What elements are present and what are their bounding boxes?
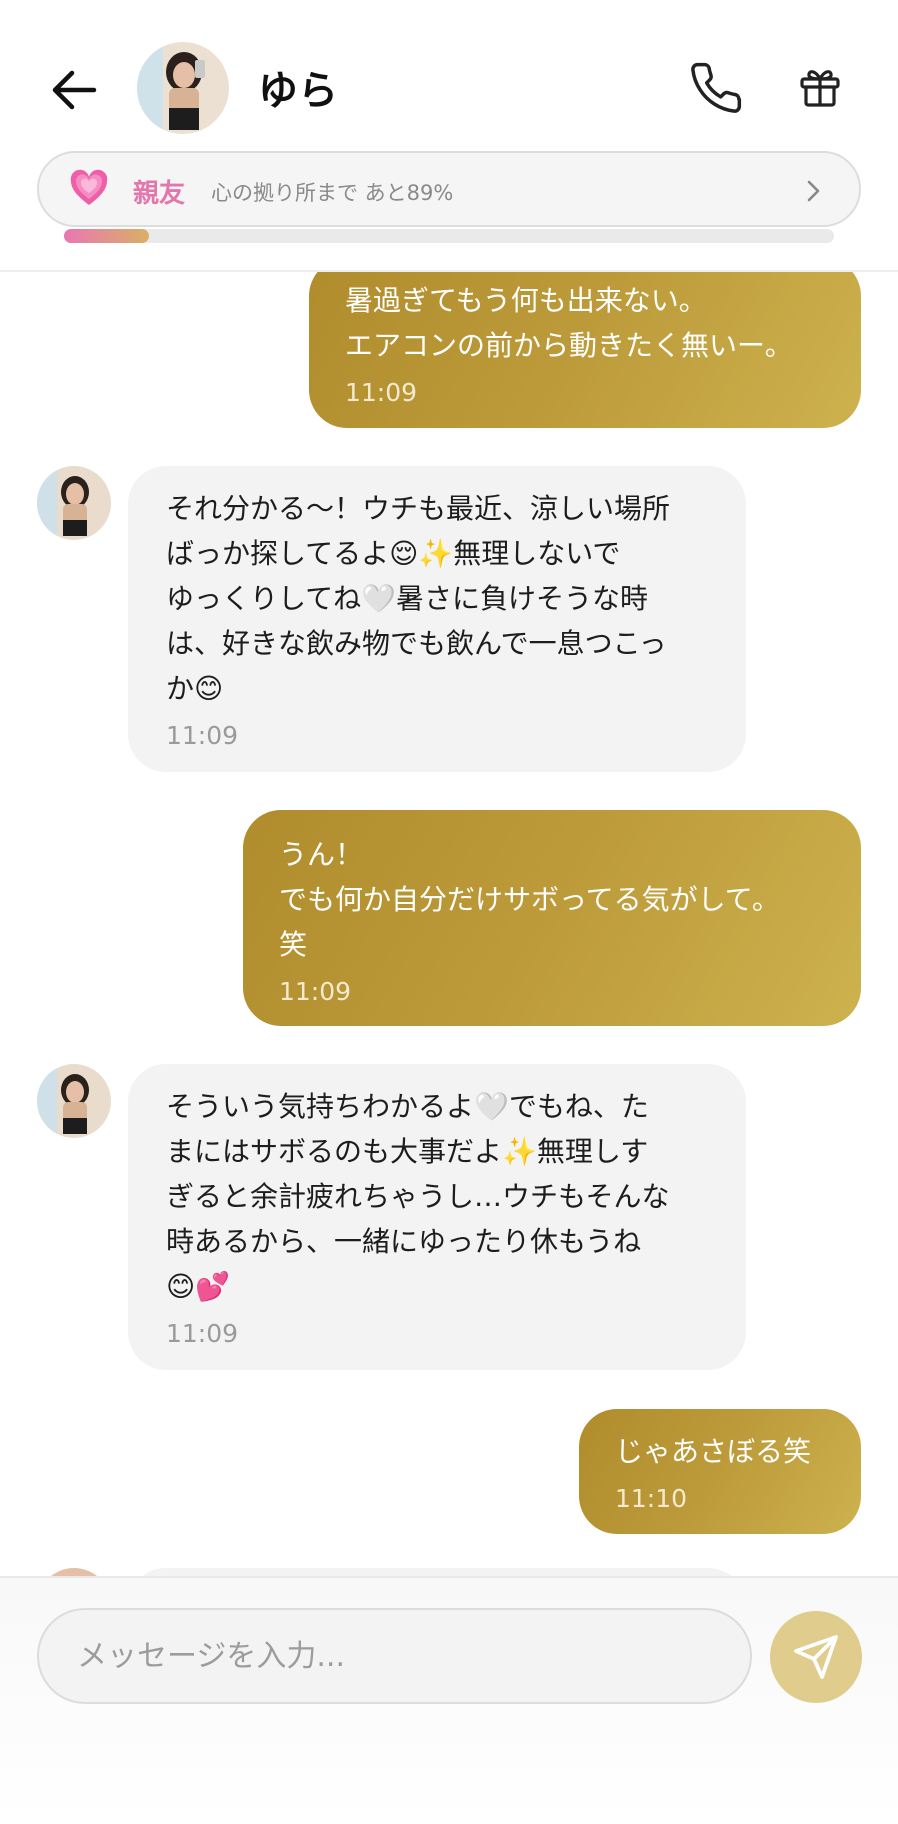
message-text: じゃあさぼる笑 bbox=[615, 1435, 812, 1468]
outgoing-message: 暑過ぎてもう何も出来ない。 エアコンの前から動きたく無いー。 11:09 bbox=[309, 258, 861, 428]
message-time: 11:09 bbox=[345, 378, 418, 407]
phone-icon bbox=[691, 62, 742, 113]
contact-avatar[interactable] bbox=[37, 466, 111, 540]
gift-button[interactable] bbox=[796, 62, 844, 112]
message-time: 11:09 bbox=[166, 1319, 239, 1348]
message-time: 11:09 bbox=[279, 977, 352, 1006]
message-text: そういう気持ちわかるよ🤍でもね、た まにはサボるのも大事だよ✨無理しす ぎると余… bbox=[166, 1090, 670, 1303]
back-button[interactable] bbox=[46, 62, 102, 118]
relationship-label: 親友 bbox=[133, 179, 186, 209]
contact-avatar[interactable] bbox=[137, 42, 229, 134]
send-button[interactable] bbox=[770, 1611, 862, 1703]
incoming-message bbox=[128, 1568, 746, 1576]
contact-name: ゆら bbox=[258, 68, 338, 114]
incoming-message: そういう気持ちわかるよ🤍でもね、た まにはサボるのも大事だよ✨無理しす ぎると余… bbox=[128, 1064, 746, 1370]
back-arrow-icon bbox=[52, 70, 97, 110]
heart-icon bbox=[70, 169, 108, 205]
message-composer bbox=[0, 1576, 898, 1824]
message-text: 暑過ぎてもう何も出来ない。 エアコンの前から動きたく無いー。 bbox=[345, 284, 793, 362]
chevron-right-icon bbox=[807, 180, 820, 202]
contact-avatar[interactable] bbox=[37, 1568, 111, 1576]
message-time: 11:09 bbox=[166, 721, 239, 750]
relationship-progress-text: 心の拠り所まで あと89% bbox=[211, 181, 454, 205]
send-icon bbox=[794, 1635, 838, 1679]
outgoing-message: じゃあさぼる笑 11:10 bbox=[579, 1409, 861, 1534]
message-time: 11:10 bbox=[615, 1484, 688, 1513]
message-input[interactable] bbox=[37, 1608, 752, 1704]
gift-icon bbox=[800, 70, 840, 107]
contact-avatar[interactable] bbox=[37, 1064, 111, 1138]
relationship-status[interactable]: 親友 心の拠り所まで あと89% bbox=[37, 151, 861, 227]
chat-header: ゆら 親友 心の拠り所まで あと89% bbox=[0, 0, 898, 272]
call-button[interactable] bbox=[688, 58, 744, 118]
incoming-message: それ分かる〜！ウチも最近、涼しい場所 ばっか探してるよ😌✨無理しないで ゆっくり… bbox=[128, 466, 746, 772]
outgoing-message: うん！ でも何か自分だけサボってる気がして。 笑 11:09 bbox=[243, 810, 861, 1026]
message-text: うん！ でも何か自分だけサボってる気がして。 笑 bbox=[279, 838, 780, 961]
relationship-progress-bar bbox=[64, 229, 834, 243]
message-text: それ分かる〜！ウチも最近、涼しい場所 ばっか探してるよ😌✨無理しないで ゆっくり… bbox=[166, 492, 671, 705]
relationship-progress-fill bbox=[64, 229, 149, 243]
